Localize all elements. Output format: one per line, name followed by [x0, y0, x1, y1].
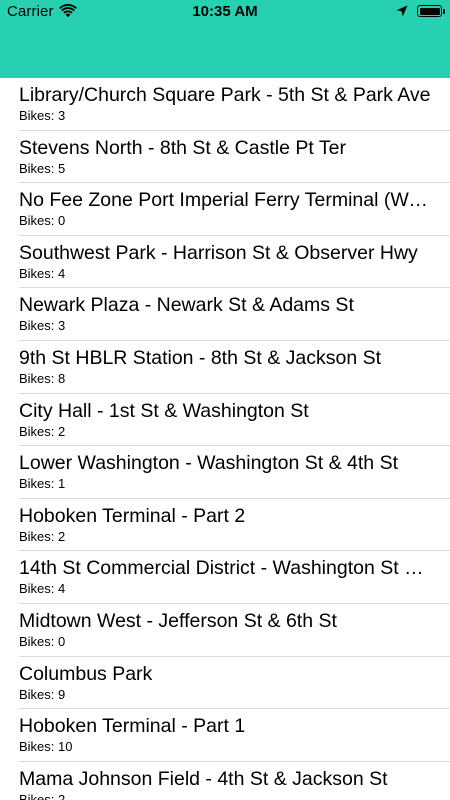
station-row[interactable]: No Fee Zone Port Imperial Ferry Terminal…	[0, 183, 450, 236]
station-name: Southwest Park - Harrison St & Observer …	[19, 241, 418, 264]
battery-level	[419, 7, 440, 15]
station-row[interactable]: Stevens North - 8th St & Castle Pt Ter B…	[0, 131, 450, 184]
battery-icon	[417, 5, 442, 17]
clock-time: 10:35 AM	[192, 3, 258, 20]
station-name: Columbus Park	[19, 662, 153, 685]
bike-count: Bikes: 2	[19, 791, 66, 800]
bike-count: Bikes: 8	[19, 370, 66, 386]
station-name: Mama Johnson Field - 4th St & Jackson St	[19, 767, 388, 790]
bike-count: Bikes: 10	[19, 739, 73, 755]
station-row[interactable]: Hoboken Terminal - Part 1 Bikes: 10	[0, 709, 450, 762]
status-bar: Carrier 10:35 AM	[0, 0, 450, 24]
station-row[interactable]: 9th St HBLR Station - 8th St & Jackson S…	[0, 341, 450, 394]
bike-count: Bikes: 0	[19, 633, 66, 649]
station-name: 9th St HBLR Station - 8th St & Jackson S…	[19, 346, 382, 369]
station-row[interactable]: Hoboken Terminal - Part 2 Bikes: 2	[0, 499, 450, 552]
station-name: 14th St Commercial District - Washington…	[19, 557, 432, 580]
station-row[interactable]: Midtown West - Jefferson St & 6th St Bik…	[0, 604, 450, 657]
bike-count: Bikes: 4	[19, 265, 66, 281]
station-name: Stevens North - 8th St & Castle Pt Ter	[19, 136, 346, 159]
bike-count: Bikes: 5	[19, 160, 66, 176]
station-row[interactable]: Newark Plaza - Newark St & Adams St Bike…	[0, 288, 450, 341]
station-name: City Hall - 1st St & Washington St	[19, 399, 309, 422]
station-name: Library/Church Square Park - 5th St & Pa…	[19, 84, 431, 106]
battery-cap	[443, 9, 445, 14]
station-name: Hoboken Terminal - Part 2	[19, 504, 246, 527]
bike-count: Bikes: 4	[19, 581, 66, 597]
station-row[interactable]: Southwest Park - Harrison St & Observer …	[0, 236, 450, 289]
station-row[interactable]: Library/Church Square Park - 5th St & Pa…	[0, 78, 450, 131]
station-row[interactable]: Mama Johnson Field - 4th St & Jackson St…	[0, 762, 450, 800]
bike-count: Bikes: 3	[19, 318, 66, 334]
bike-count: Bikes: 2	[19, 528, 66, 544]
station-name: Lower Washington - Washington St & 4th S…	[19, 452, 398, 475]
bike-count: Bikes: 9	[19, 686, 66, 702]
station-name: No Fee Zone Port Imperial Ferry Terminal…	[19, 189, 432, 212]
station-name: Hoboken Terminal - Part 1	[19, 715, 246, 738]
station-name: Newark Plaza - Newark St & Adams St	[19, 294, 354, 317]
bike-count: Bikes: 0	[19, 213, 66, 229]
station-list: Library/Church Square Park - 5th St & Pa…	[0, 78, 450, 800]
bike-count: Bikes: 2	[19, 423, 66, 439]
bike-count: Bikes: 3	[19, 108, 66, 123]
station-row[interactable]: Lower Washington - Washington St & 4th S…	[0, 446, 450, 499]
station-row[interactable]: City Hall - 1st St & Washington St Bikes…	[0, 394, 450, 447]
bike-count: Bikes: 1	[19, 476, 66, 492]
station-name: Midtown West - Jefferson St & 6th St	[19, 609, 337, 632]
station-row[interactable]: Columbus Park Bikes: 9	[0, 657, 450, 710]
location-arrow-icon	[396, 5, 408, 17]
app-screen: Carrier 10:35 AM Library/Church Square P…	[0, 0, 450, 800]
station-row[interactable]: 14th St Commercial District - Washington…	[0, 551, 450, 604]
